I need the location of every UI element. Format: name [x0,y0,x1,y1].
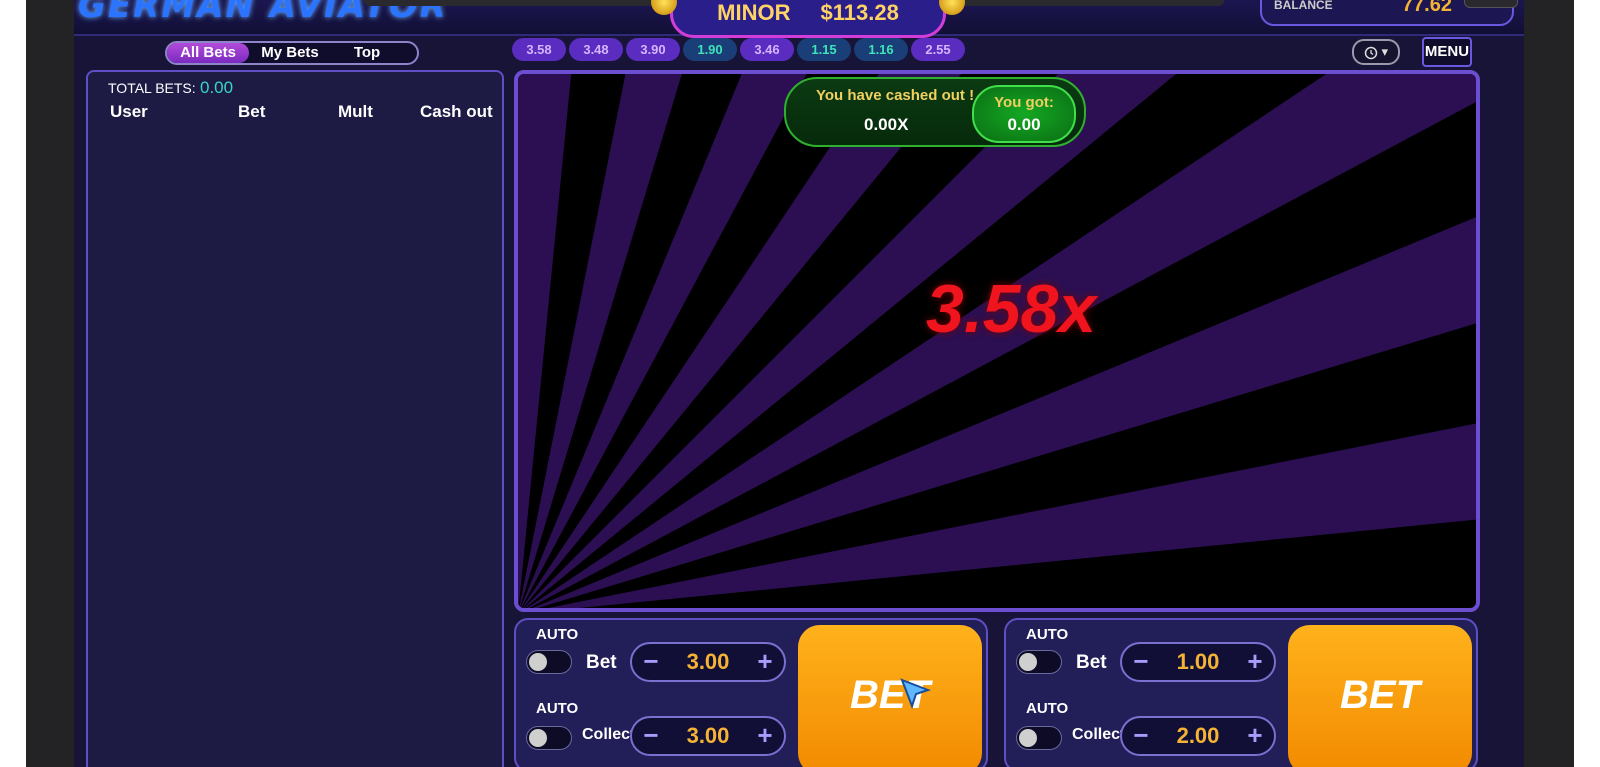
menu-button[interactable]: MENU [1422,37,1472,67]
coin-icon [651,0,677,15]
column-mult: Mult [338,102,373,121]
auto-bet-toggle[interactable] [1016,650,1062,674]
current-multiplier: 3.58x [926,271,1097,347]
window-control[interactable] [1464,0,1518,8]
bet-amount-value[interactable]: 3.00 [668,644,748,680]
bet-button[interactable]: BET [798,625,982,767]
jackpot-value: $113.28 [820,0,899,25]
column-user: User [110,102,148,121]
all-bets-panel: TOTAL BETS: 0.00 User Bet Mult Cash out [86,70,504,767]
decrease-collect-button[interactable]: − [634,718,668,754]
collect-amount-value[interactable]: 3.00 [668,718,748,754]
cashout-multiplier: 0.00X [864,115,909,134]
toggle-knob [529,729,547,747]
history-chip: 3.90 [626,38,680,61]
cashout-notice: You have cashed out ! 0.00X You got: 0.0… [784,77,1086,147]
tab-top[interactable]: Top [327,43,407,63]
increase-collect-button[interactable]: + [748,718,782,754]
history-chip: 3.58 [512,38,566,61]
collect-label: Collect [1072,726,1126,743]
bet-panel-2: AUTO Bet − 1.00 + AUTO Collect − 2.00 + … [1004,618,1478,767]
cursor-icon [900,678,931,709]
tab-my-bets[interactable]: My Bets [253,43,327,63]
bet-button[interactable]: BET [1288,625,1472,767]
tab-all-bets[interactable]: All Bets [167,43,249,63]
increase-bet-button[interactable]: + [1238,644,1272,680]
auto-collect-label: AUTO [1026,700,1069,717]
clock-icon [1364,46,1378,59]
increase-bet-button[interactable]: + [748,644,782,680]
balance-value: 77.62 [1401,0,1452,16]
collect-amount-value[interactable]: 2.00 [1158,718,1238,754]
history-chip: 2.55 [911,38,965,61]
you-got-value: 0.00 [1007,115,1041,134]
bet-amount-value[interactable]: 1.00 [1158,644,1238,680]
you-got-label: You got: [994,94,1054,111]
history-chip: 1.16 [854,38,908,61]
total-bets-label: TOTAL BETS: [108,80,196,96]
auto-collect-toggle[interactable] [1016,726,1062,750]
chevron-down-icon: ▾ [1381,44,1389,59]
auto-bet-toggle[interactable] [526,650,572,674]
decrease-bet-button[interactable]: − [1124,644,1158,680]
jackpot-banner: MINOR $113.28 [651,0,965,38]
bet-amount-stepper: − 1.00 + [1120,642,1276,682]
balance-label: BALANCE [1274,0,1333,12]
jackpot-label: MINOR [717,0,791,25]
column-cash-out: Cash out [420,102,493,121]
collect-amount-stepper: − 2.00 + [1120,716,1276,756]
collect-label: Collect [582,726,636,743]
coin-icon [939,0,965,15]
increase-collect-button[interactable]: + [1238,718,1272,754]
multiplier-history: 3.58 3.48 3.90 1.90 3.46 1.15 1.16 2.55 [512,38,965,61]
toggle-knob [529,653,547,671]
history-chip: 3.46 [740,38,794,61]
bets-tabs: All Bets My Bets Top [165,41,419,65]
auto-bet-label: AUTO [536,626,579,643]
game-stage: You have cashed out ! 0.00X You got: 0.0… [514,70,1480,612]
decrease-collect-button[interactable]: − [1124,718,1158,754]
total-bets-value: 0.00 [200,78,234,97]
auto-bet-label: AUTO [1026,626,1069,643]
history-chip: 1.90 [683,38,737,61]
collect-amount-stepper: − 3.00 + [630,716,786,756]
you-got-badge: You got: 0.00 [972,85,1076,143]
decrease-bet-button[interactable]: − [634,644,668,680]
bet-label: Bet [1076,652,1107,673]
history-button[interactable]: ▾ [1352,39,1400,65]
game-screen: GERMAN AVIATOR MINOR $113.28 BALANCE 77.… [74,0,1524,767]
auto-collect-toggle[interactable] [526,726,572,750]
history-chip: 3.48 [569,38,623,61]
toggle-knob [1019,729,1037,747]
bet-label: Bet [586,652,617,673]
history-chip: 1.15 [797,38,851,61]
cashout-title: You have cashed out ! [816,87,975,104]
app-frame: GERMAN AVIATOR MINOR $113.28 BALANCE 77.… [26,0,1574,767]
top-header: GERMAN AVIATOR MINOR $113.28 BALANCE 77.… [74,0,1524,38]
column-bet: Bet [238,102,266,121]
auto-collect-label: AUTO [536,700,579,717]
bet-amount-stepper: − 3.00 + [630,642,786,682]
toggle-knob [1019,653,1037,671]
